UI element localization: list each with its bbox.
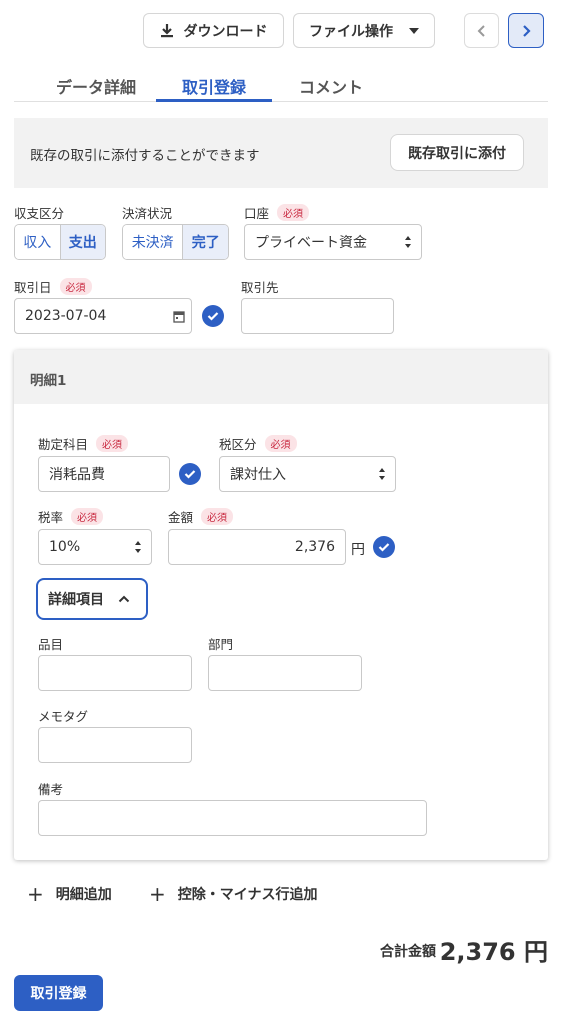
line-item-title: 明細1	[30, 373, 67, 389]
add-line-item-label: 明細追加	[55, 887, 112, 903]
amount-label: 金額 必須	[168, 507, 234, 526]
chevron-up-icon	[118, 595, 130, 603]
previous-button[interactable]	[464, 13, 499, 48]
required-badge: 必須	[277, 204, 310, 221]
download-icon	[160, 23, 174, 38]
tabs-divider	[14, 101, 548, 102]
details-toggle-label: 詳細項目	[48, 592, 104, 608]
select-arrows-icon	[135, 541, 141, 553]
account-item-check-icon	[179, 463, 201, 485]
date-valid-check-icon	[202, 305, 224, 327]
memo-tag-label: メモタグ	[38, 709, 89, 724]
amount-value: 2,376	[294, 539, 335, 555]
register-transaction-button[interactable]: 取引登録	[14, 975, 103, 1011]
attach-notice-text: 既存の取引に添付することができます	[30, 148, 260, 164]
account-label-text: 口座	[244, 206, 270, 221]
transaction-date-input[interactable]: 2023-07-04	[14, 298, 192, 334]
tax-category-select[interactable]: 課対仕入	[219, 456, 396, 492]
active-tab-indicator	[156, 99, 272, 102]
amount-unit: 円	[351, 542, 365, 558]
partner-input[interactable]	[241, 298, 394, 334]
department-label: 部門	[208, 637, 234, 652]
download-label: ダウンロード	[183, 23, 268, 40]
memo-tag-input[interactable]	[38, 727, 192, 763]
amount-check-icon	[373, 536, 395, 558]
amount-input[interactable]: 2,376	[168, 529, 346, 565]
details-toggle-button[interactable]: 詳細項目	[36, 578, 148, 620]
required-badge: 必須	[59, 278, 92, 295]
tax-rate-select[interactable]: 10%	[38, 529, 152, 565]
partner-label: 取引先	[241, 280, 279, 295]
income-option[interactable]: 収入	[15, 225, 60, 259]
required-badge: 必須	[71, 508, 104, 525]
add-line-item-button[interactable]: + 明細追加	[27, 884, 112, 904]
select-arrows-icon	[405, 236, 411, 248]
total-amount-label: 合計金額	[380, 944, 436, 960]
tax-category-value: 課対仕入	[230, 467, 286, 483]
tax-rate-label: 税率 必須	[38, 507, 104, 526]
plus-icon: +	[149, 882, 166, 906]
settled-option[interactable]: 完了	[182, 225, 228, 259]
item-input[interactable]	[38, 655, 192, 691]
amount-label-text: 金額	[168, 510, 194, 525]
total-amount-value: 2,376 円	[439, 938, 548, 966]
item-label: 品目	[38, 637, 64, 652]
transaction-date-value: 2023-07-04	[25, 308, 107, 324]
chevron-right-icon	[523, 24, 531, 37]
file-operations-label: ファイル操作	[309, 23, 393, 40]
calendar-icon[interactable]	[173, 310, 185, 327]
required-badge: 必須	[264, 435, 297, 452]
account-item-input[interactable]: 消耗品費	[38, 456, 170, 492]
remarks-input[interactable]	[38, 800, 427, 836]
tax-rate-label-text: 税率	[38, 510, 64, 525]
chevron-down-icon	[409, 27, 419, 34]
plus-icon: +	[27, 882, 44, 906]
next-button[interactable]	[508, 13, 544, 48]
file-operations-dropdown[interactable]: ファイル操作	[293, 13, 435, 48]
tab-comments[interactable]: コメント	[273, 74, 389, 98]
transaction-date-label-text: 取引日	[14, 280, 52, 295]
required-badge: 必須	[201, 508, 234, 525]
income-expense-label: 収支区分	[14, 206, 65, 221]
tax-category-label-text: 税区分	[219, 437, 257, 452]
tab-transaction-registration[interactable]: 取引登録	[156, 74, 272, 98]
account-label: 口座 必須	[244, 203, 310, 222]
download-button[interactable]: ダウンロード	[143, 13, 284, 48]
expense-option[interactable]: 支出	[59, 225, 105, 259]
line-item-header: 明細1	[14, 350, 548, 404]
tax-rate-value: 10%	[49, 539, 81, 555]
select-arrows-icon	[379, 468, 385, 480]
income-expense-toggle: 収入 支出	[14, 224, 106, 260]
tax-category-label: 税区分 必須	[219, 434, 297, 453]
add-deduction-row-label: 控除・マイナス行追加	[177, 887, 318, 903]
required-badge: 必須	[96, 435, 129, 452]
account-item-label-text: 勘定科目	[38, 437, 89, 452]
settlement-status-label: 決済状況	[122, 206, 173, 221]
transaction-date-label: 取引日 必須	[14, 277, 92, 296]
remarks-label: 備考	[38, 782, 64, 797]
department-input[interactable]	[208, 655, 362, 691]
account-value: プライベート資金	[255, 235, 367, 251]
settlement-status-toggle: 未決済 完了	[122, 224, 229, 260]
line-item-card: 明細1 勘定科目 必須 消耗品費 税区分 必須 課対仕入 税率 必須 10% 金額 必須…	[14, 350, 548, 860]
chevron-left-icon	[477, 24, 485, 37]
add-deduction-row-button[interactable]: + 控除・マイナス行追加	[149, 884, 318, 904]
account-select[interactable]: プライベート資金	[244, 224, 422, 260]
account-item-label: 勘定科目 必須	[38, 434, 129, 453]
account-item-value: 消耗品費	[49, 467, 105, 483]
tab-data-details[interactable]: データ詳細	[38, 74, 154, 98]
unsettled-option[interactable]: 未決済	[123, 225, 183, 259]
attach-existing-button[interactable]: 既存取引に添付	[390, 134, 524, 171]
